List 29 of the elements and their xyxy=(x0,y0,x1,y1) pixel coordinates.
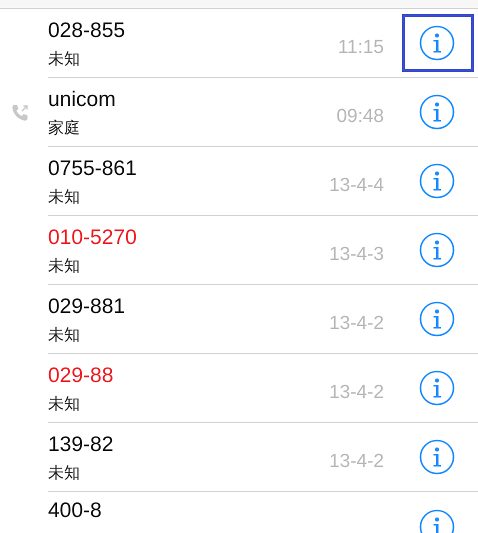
info-icon[interactable] xyxy=(419,370,455,406)
number-label: 未知 xyxy=(48,462,81,482)
caller-name: 029-881 xyxy=(48,294,126,320)
number-label: 未知 xyxy=(48,324,81,344)
info-icon[interactable] xyxy=(419,301,455,337)
caller-name: 400-8 xyxy=(48,498,103,524)
info-icon[interactable] xyxy=(419,232,455,268)
caller-name: 139-82 xyxy=(48,432,114,458)
caller-name: unicom xyxy=(48,86,117,112)
caller-name: 010-5270 xyxy=(48,224,138,250)
call-time: 13-4-3 xyxy=(329,243,384,266)
call-time: 09:48 xyxy=(336,105,384,128)
caller-name: 028-855 xyxy=(48,18,126,44)
number-label: 未知 xyxy=(48,48,81,68)
number-label: 未知 xyxy=(48,256,81,276)
call-time: 13-4-2 xyxy=(329,381,384,404)
info-icon[interactable] xyxy=(419,439,455,475)
call-time: 13-4-4 xyxy=(329,174,384,197)
call-time: 13-4-2 xyxy=(329,312,384,335)
call-time: 13-4-2 xyxy=(329,450,384,473)
caller-name: 029-88 xyxy=(48,362,114,388)
number-label: 家庭 xyxy=(48,118,81,138)
call-time: 11:15 xyxy=(338,36,384,59)
number-label: 未知 xyxy=(48,186,81,206)
info-icon[interactable] xyxy=(419,25,455,61)
info-icon[interactable] xyxy=(419,163,455,199)
caller-name: 0755-861 xyxy=(48,156,138,182)
info-icon[interactable] xyxy=(419,94,455,130)
number-label: 未知 xyxy=(48,394,81,414)
